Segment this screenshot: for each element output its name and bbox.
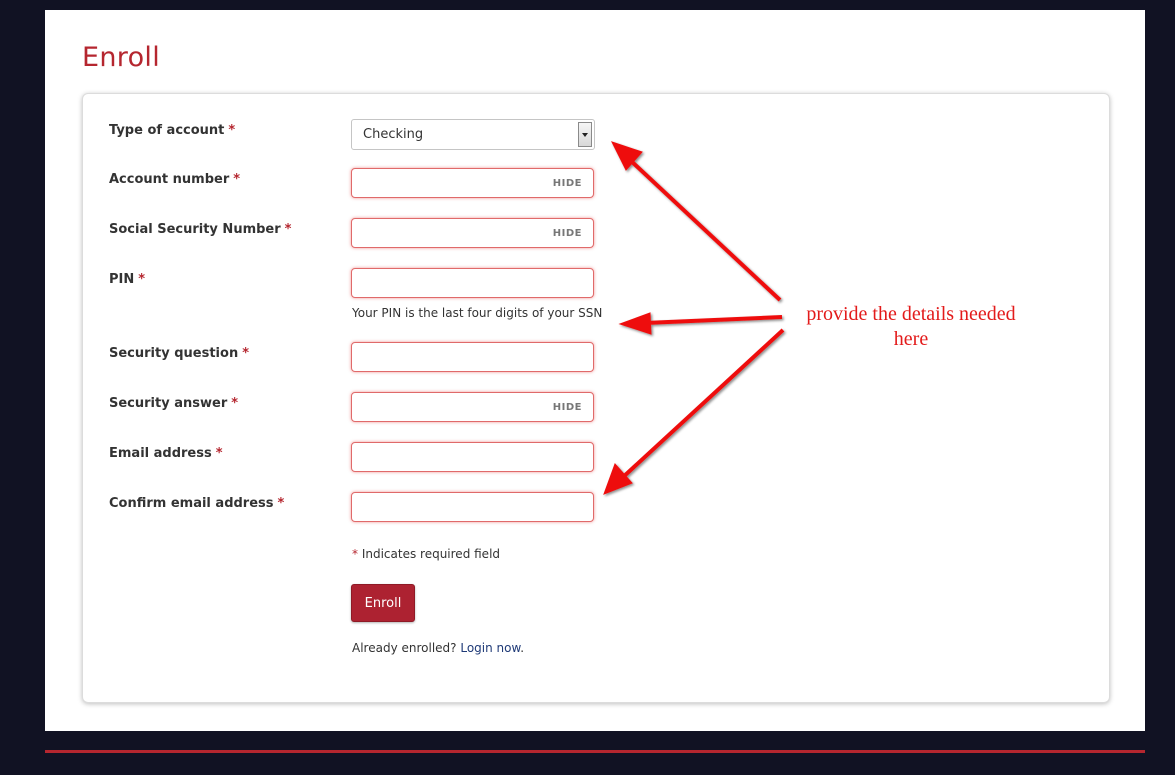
- page-title: Enroll: [82, 42, 161, 73]
- account-type-value: Checking: [363, 127, 424, 142]
- security-question-input[interactable]: [351, 342, 594, 372]
- security-question-label: Security question *: [109, 346, 249, 361]
- security-answer-label-text: Security answer: [109, 396, 228, 411]
- confirm-email-label-text: Confirm email address: [109, 496, 274, 511]
- account-number-hide-toggle[interactable]: HIDE: [553, 178, 582, 189]
- account-number-label: Account number *: [109, 172, 240, 187]
- email-input[interactable]: [351, 442, 594, 472]
- required-marker: *: [352, 547, 358, 561]
- security-answer-input[interactable]: HIDE: [351, 392, 594, 422]
- required-marker: *: [284, 222, 292, 237]
- required-marker: *: [228, 123, 236, 138]
- page-container: Enroll Type of account * Checking Account…: [45, 10, 1145, 731]
- required-marker: *: [277, 496, 285, 511]
- email-label-text: Email address: [109, 446, 212, 461]
- required-marker: *: [242, 346, 250, 361]
- pin-label: PIN *: [109, 272, 145, 287]
- required-marker: *: [231, 396, 239, 411]
- account-type-label: Type of account *: [109, 123, 235, 138]
- pin-label-text: PIN: [109, 272, 135, 287]
- annotation-line-2: here: [893, 328, 929, 350]
- footer-divider: [45, 750, 1145, 753]
- account-number-label-text: Account number: [109, 172, 230, 187]
- ssn-hide-toggle[interactable]: HIDE: [553, 228, 582, 239]
- pin-input[interactable]: [351, 268, 594, 298]
- confirm-email-label: Confirm email address *: [109, 496, 284, 511]
- annotation-line-1: provide the details needed: [806, 303, 1016, 325]
- account-type-select[interactable]: Checking: [351, 119, 595, 150]
- enroll-button[interactable]: Enroll: [351, 584, 415, 622]
- already-enrolled-text: Already enrolled?: [352, 641, 457, 655]
- pin-hint: Your PIN is the last four digits of your…: [352, 306, 603, 320]
- already-enrolled: Already enrolled? Login now.: [352, 641, 524, 655]
- required-marker: *: [215, 446, 223, 461]
- ssn-label: Social Security Number *: [109, 222, 291, 237]
- annotation-note: provide the details needed here: [776, 302, 1046, 352]
- account-type-label-text: Type of account: [109, 123, 225, 138]
- account-number-input[interactable]: HIDE: [351, 168, 594, 198]
- chevron-down-icon[interactable]: [578, 122, 592, 147]
- security-answer-hide-toggle[interactable]: HIDE: [553, 402, 582, 413]
- ssn-label-text: Social Security Number: [109, 222, 281, 237]
- required-marker: *: [233, 172, 241, 187]
- login-suffix: .: [520, 641, 525, 655]
- security-question-label-text: Security question: [109, 346, 239, 361]
- security-answer-label: Security answer *: [109, 396, 238, 411]
- login-now-link[interactable]: Login now: [460, 641, 520, 655]
- email-label: Email address *: [109, 446, 223, 461]
- required-marker: *: [138, 272, 146, 287]
- enroll-form-card: Type of account * Checking Account number…: [82, 93, 1110, 703]
- required-note-text: Indicates required field: [361, 547, 501, 561]
- ssn-input[interactable]: HIDE: [351, 218, 594, 248]
- required-field-note: * Indicates required field: [352, 547, 500, 561]
- confirm-email-input[interactable]: [351, 492, 594, 522]
